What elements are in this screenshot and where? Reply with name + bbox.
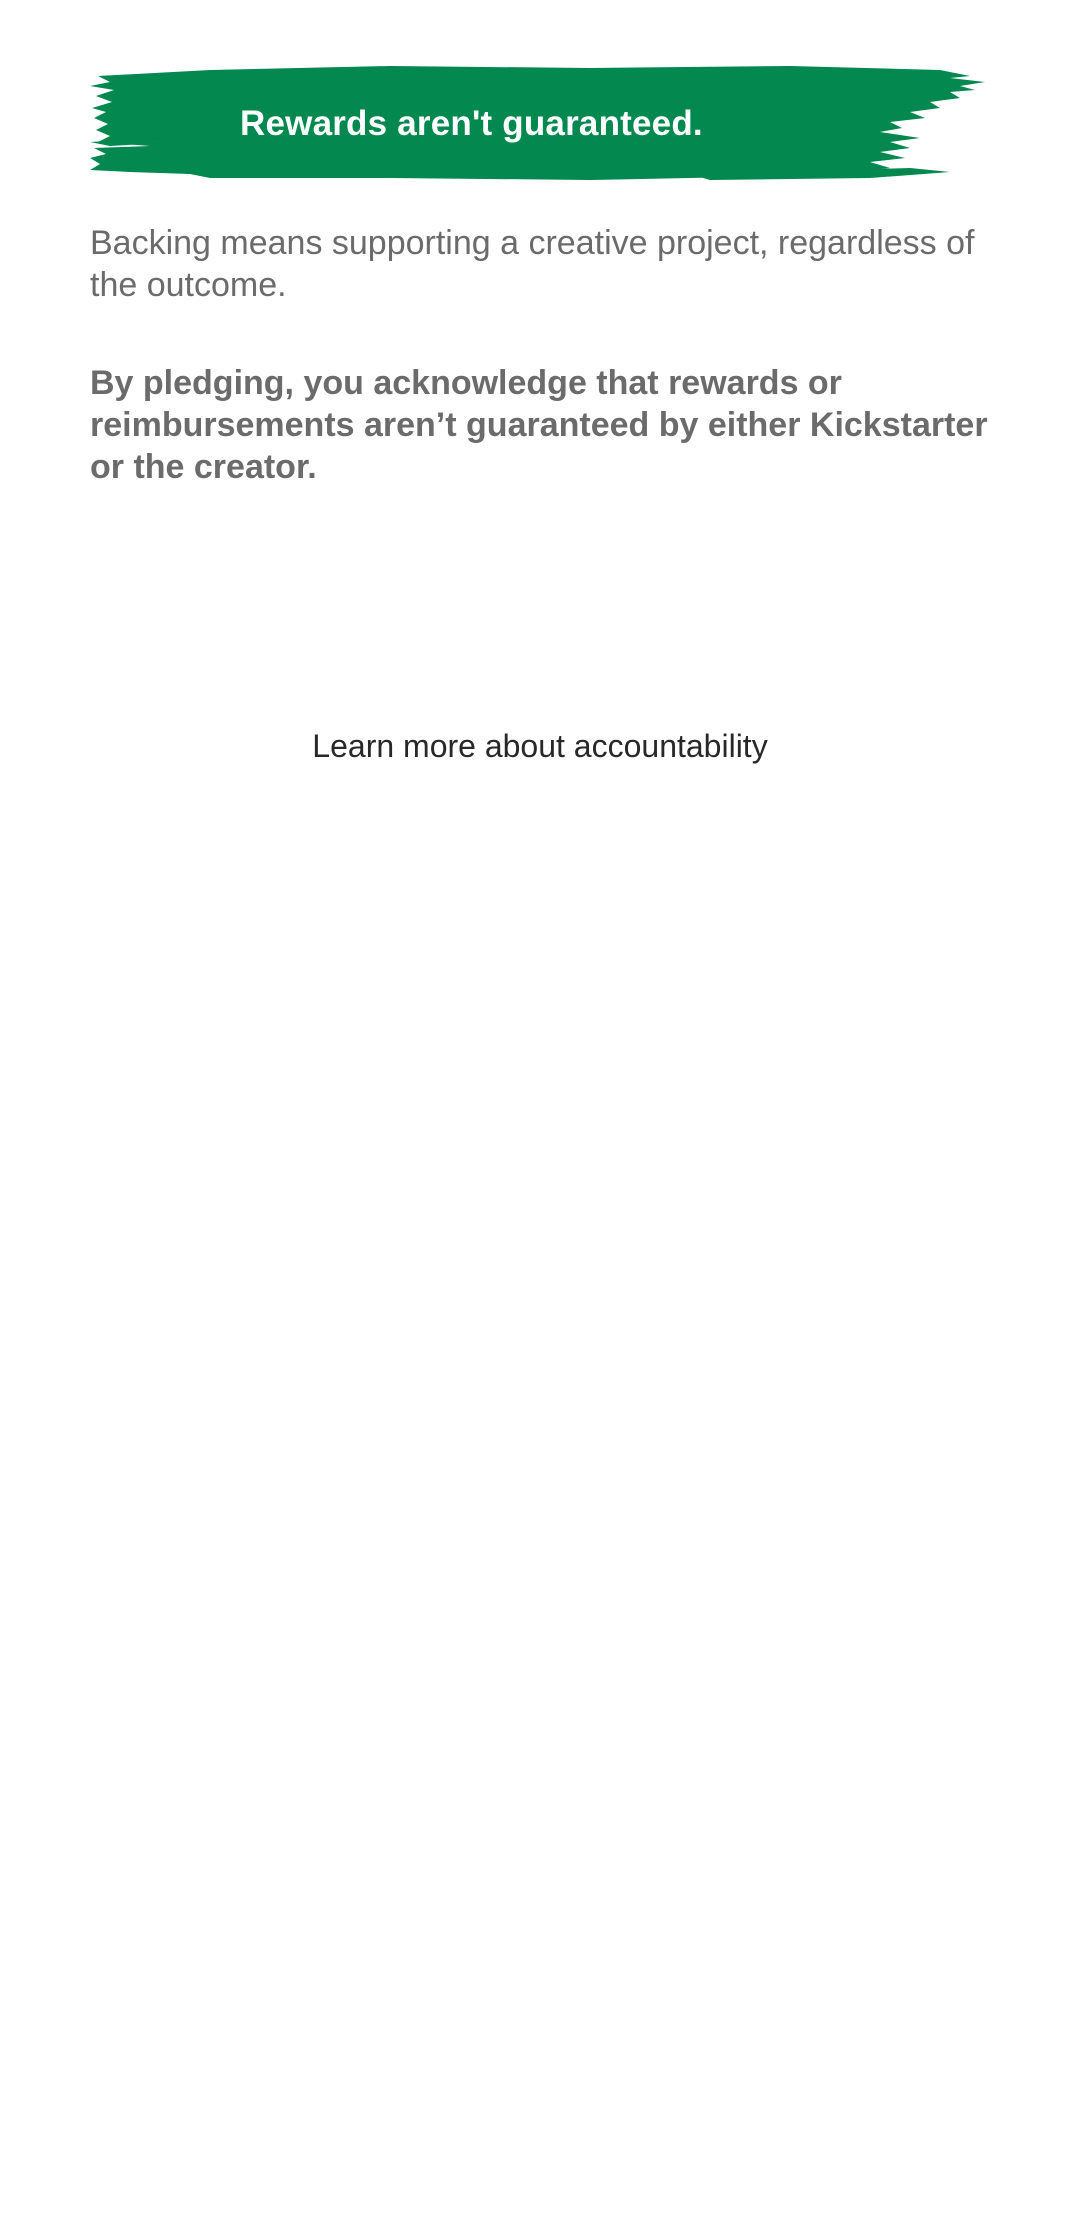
intro-text: Backing means supporting a creative proj… bbox=[90, 224, 975, 304]
learn-more-link[interactable]: Learn more about accountability bbox=[0, 724, 1080, 768]
accountability-screen: Rewards aren't guaranteed. Backing means… bbox=[0, 0, 1080, 2220]
acknowledgement-text: By pledging, you acknowledge that reward… bbox=[90, 364, 988, 486]
banner-title: Rewards aren't guaranteed. bbox=[240, 104, 703, 143]
headline-banner: Rewards aren't guaranteed. bbox=[90, 62, 990, 186]
